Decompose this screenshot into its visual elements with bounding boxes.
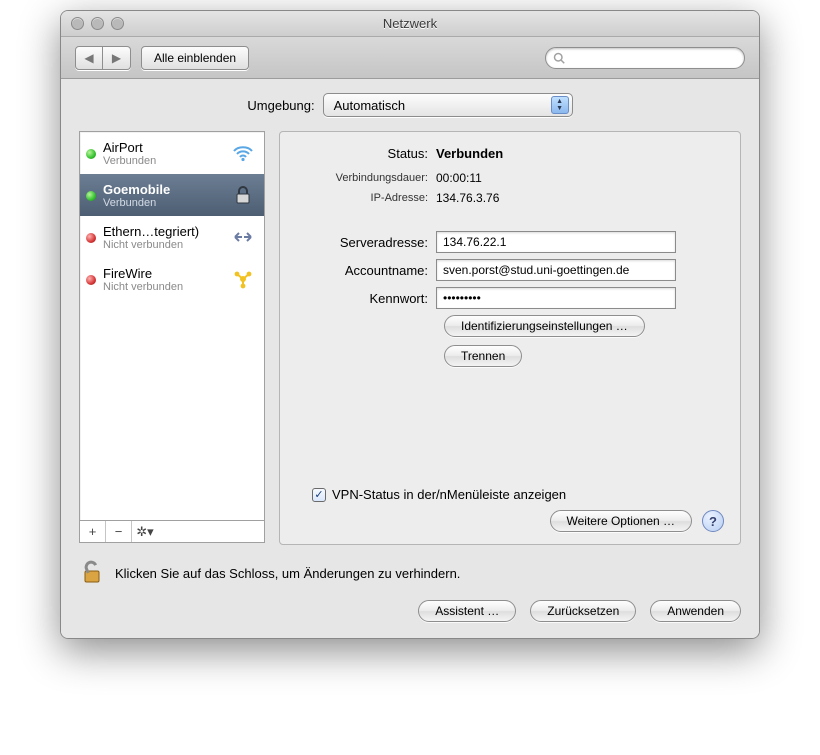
vpn-status-menubar-label: VPN-Status in der/nMenüleiste anzeigen <box>332 487 566 502</box>
service-name: Ethern…tegriert) <box>103 224 223 239</box>
remove-service-button[interactable]: − <box>106 521 132 542</box>
zoom-window-button[interactable] <box>111 17 124 30</box>
service-name: Goemobile <box>103 182 223 197</box>
status-dot-icon <box>86 275 96 285</box>
status-dot-icon <box>86 191 96 201</box>
revert-button[interactable]: Zurücksetzen <box>530 600 636 622</box>
show-all-button[interactable]: Alle einblenden <box>141 46 249 70</box>
location-popup[interactable]: Automatisch ▲▼ <box>323 93 573 117</box>
service-actions-button[interactable]: ✲▾ <box>132 521 158 542</box>
service-item-goemobile[interactable]: Goemobile Verbunden <box>80 174 264 216</box>
search-icon <box>553 52 565 64</box>
back-button[interactable]: ◀ <box>75 46 103 70</box>
wifi-icon <box>230 144 256 162</box>
vpn-status-menubar-checkbox[interactable]: ✓ <box>312 488 326 502</box>
service-status: Verbunden <box>103 197 223 209</box>
apply-button[interactable]: Anwenden <box>650 600 741 622</box>
password-label: Kennwort: <box>296 291 436 306</box>
service-status: Verbunden <box>103 155 223 167</box>
status-value: Verbunden <box>436 146 503 161</box>
password-input[interactable] <box>436 287 676 309</box>
forward-button[interactable]: ▶ <box>103 46 131 70</box>
status-dot-icon <box>86 233 96 243</box>
close-window-button[interactable] <box>71 17 84 30</box>
lock-icon[interactable] <box>79 559 105 588</box>
ethernet-icon <box>230 228 256 246</box>
help-button[interactable]: ? <box>702 510 724 532</box>
add-service-button[interactable]: + <box>80 521 106 542</box>
status-label: Status: <box>296 146 436 161</box>
window-title: Netzwerk <box>383 16 437 31</box>
popup-arrows-icon: ▲▼ <box>551 96 569 114</box>
service-item-firewire[interactable]: FireWire Nicht verbunden <box>80 258 264 300</box>
service-name: AirPort <box>103 140 223 155</box>
service-status: Nicht verbunden <box>103 239 223 251</box>
location-label: Umgebung: <box>247 98 314 113</box>
services-list[interactable]: AirPort Verbunden Goemobile Verbunden <box>79 131 265 521</box>
search-input[interactable] <box>545 47 745 69</box>
ip-label: IP-Adresse: <box>296 192 436 204</box>
auth-settings-button[interactable]: Identifizierungseinstellungen … <box>444 315 645 337</box>
ip-value: 134.76.3.76 <box>436 191 499 205</box>
assistant-button[interactable]: Assistent … <box>418 600 516 622</box>
server-address-input[interactable] <box>436 231 676 253</box>
status-dot-icon <box>86 149 96 159</box>
lock-icon <box>230 185 256 205</box>
service-item-airport[interactable]: AirPort Verbunden <box>80 132 264 174</box>
location-value: Automatisch <box>334 98 406 113</box>
duration-value: 00:00:11 <box>436 171 482 185</box>
lock-text: Klicken Sie auf das Schloss, um Änderung… <box>115 566 460 581</box>
service-name: FireWire <box>103 266 223 281</box>
account-label: Accountname: <box>296 263 436 278</box>
firewire-icon <box>230 269 256 289</box>
account-name-input[interactable] <box>436 259 676 281</box>
advanced-button[interactable]: Weitere Optionen … <box>550 510 693 532</box>
disconnect-button[interactable]: Trennen <box>444 345 522 367</box>
minimize-window-button[interactable] <box>91 17 104 30</box>
service-status: Nicht verbunden <box>103 281 223 293</box>
server-label: Serveradresse: <box>296 235 436 250</box>
duration-label: Verbindungsdauer: <box>296 172 436 184</box>
service-item-ethernet[interactable]: Ethern…tegriert) Nicht verbunden <box>80 216 264 258</box>
